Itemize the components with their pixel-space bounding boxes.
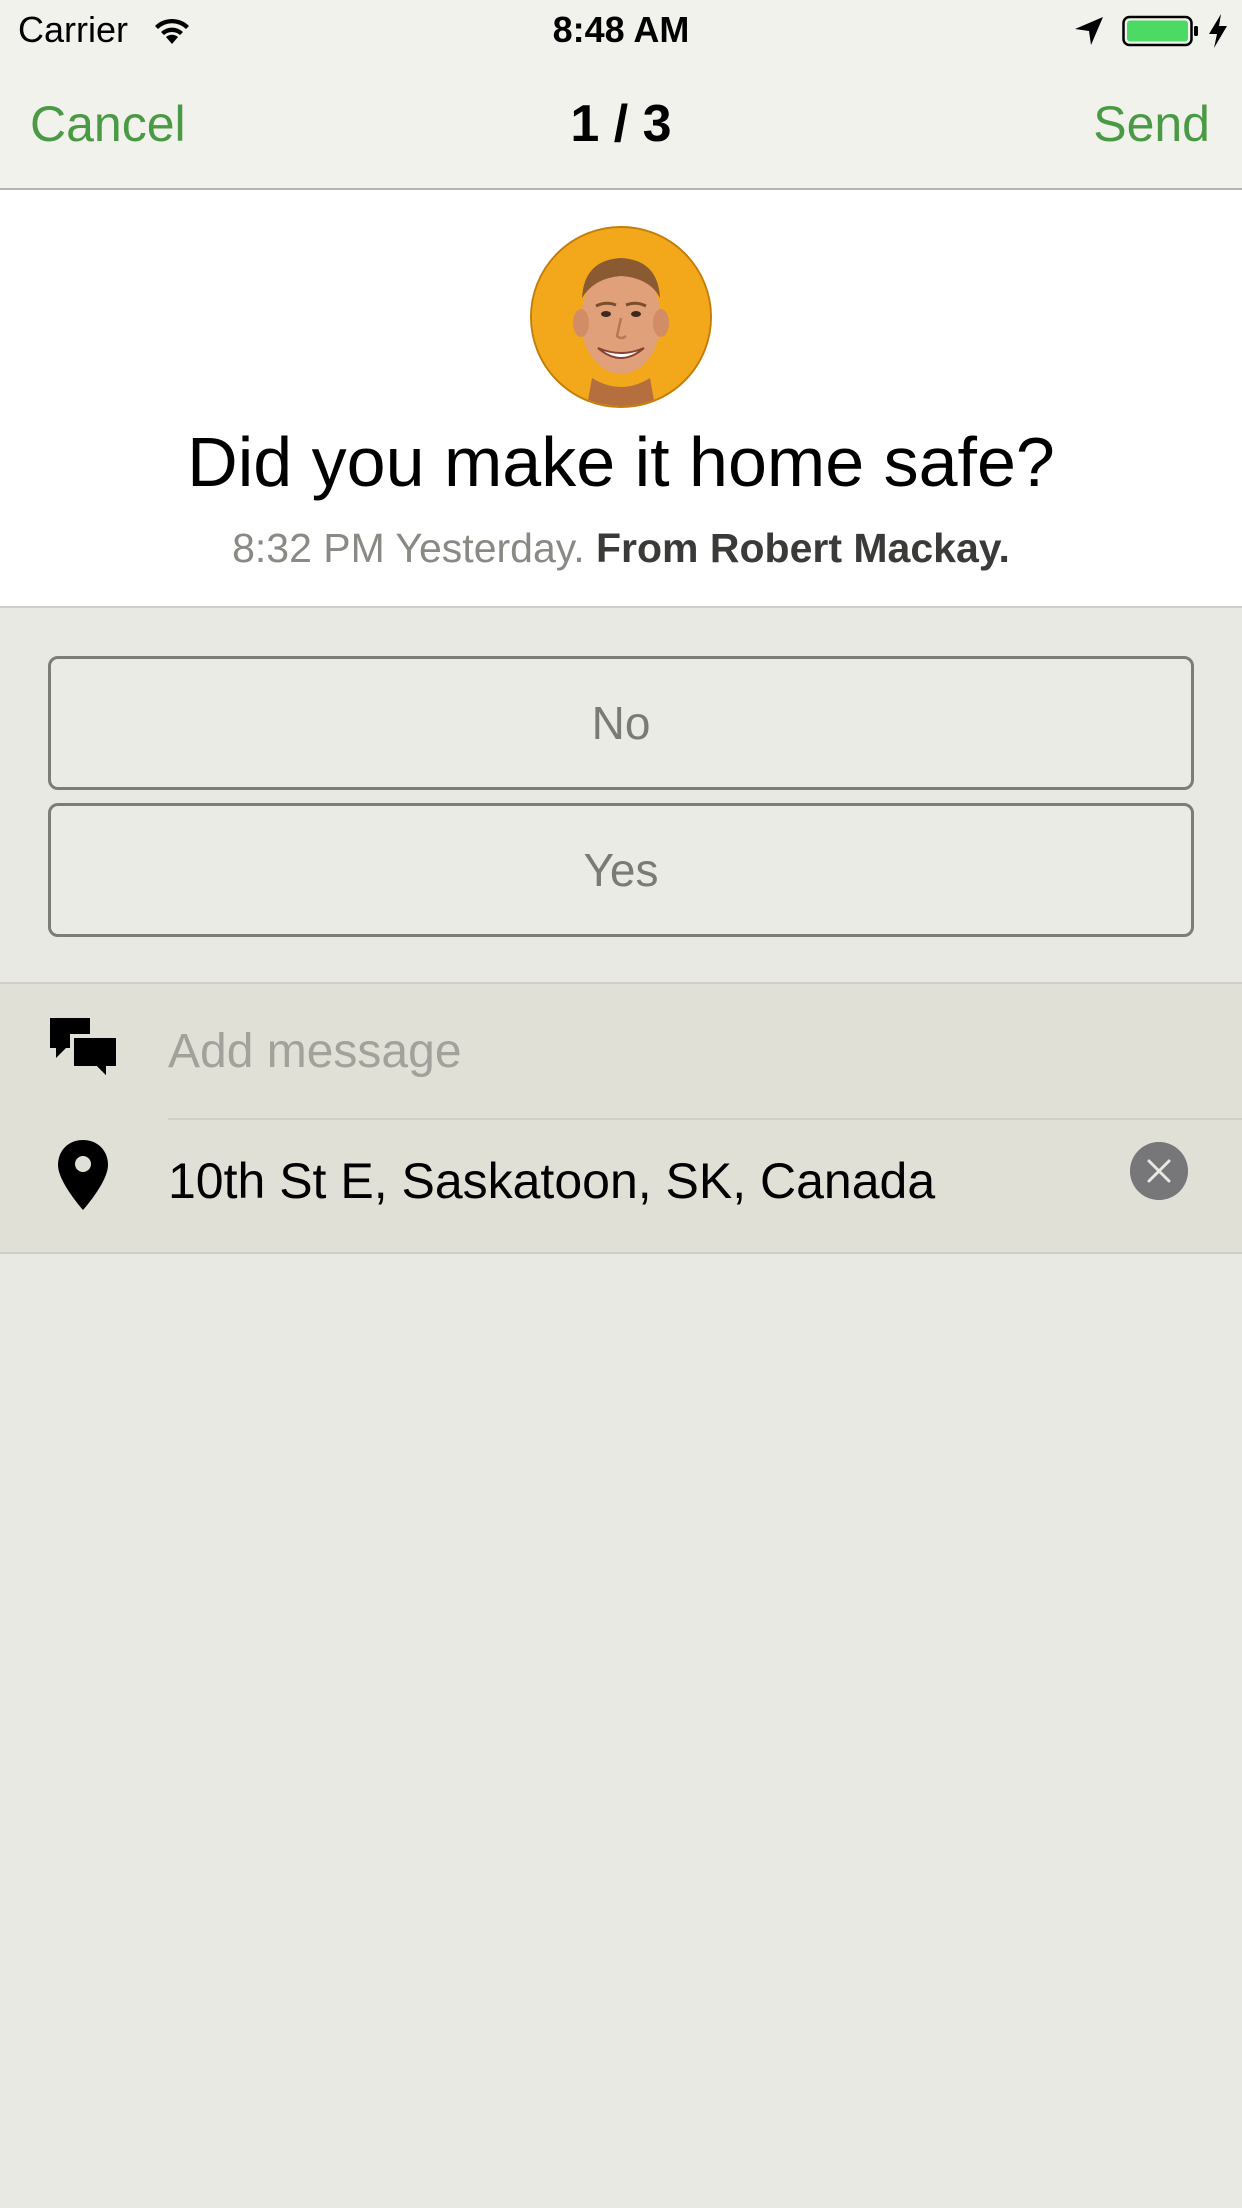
message-sender: From Robert Mackay. [596, 525, 1010, 571]
navigation-bar: Cancel 1 / 3 Send [0, 60, 1242, 190]
compose-section: 10th St E, Saskatoon, SK, Canada [0, 982, 1242, 1254]
avatar-face-icon [532, 228, 710, 406]
charging-icon [1209, 14, 1227, 48]
battery-icon [1122, 15, 1198, 47]
map-pin-icon [58, 1140, 108, 1210]
location-arrow-icon [1075, 17, 1103, 45]
status-time: 8:48 AM [552, 9, 690, 50]
location-row[interactable]: 10th St E, Saskatoon, SK, Canada [0, 1120, 1242, 1254]
message-row [0, 984, 1242, 1120]
location-text: 10th St E, Saskatoon, SK, Canada [168, 1153, 936, 1209]
choice-no-button[interactable]: No [48, 656, 1194, 790]
message-header: Did you make it home safe? 8:32 PM Yeste… [0, 190, 1242, 608]
status-bar: Carrier 8:48 AM [0, 0, 1242, 60]
choice-yes-button[interactable]: Yes [48, 803, 1194, 937]
message-meta: 8:32 PM Yesterday. From Robert Mackay. [0, 524, 1242, 572]
chat-bubbles-icon [50, 1018, 120, 1085]
add-message-input[interactable] [168, 1014, 1208, 1088]
clear-icon[interactable] [1130, 1142, 1188, 1200]
send-button[interactable]: Send [1093, 96, 1210, 152]
message-time: 8:32 PM Yesterday. [232, 525, 585, 571]
page-title: 1 / 3 [570, 95, 672, 153]
avatar [530, 226, 712, 408]
question-title: Did you make it home safe? [187, 423, 1055, 501]
